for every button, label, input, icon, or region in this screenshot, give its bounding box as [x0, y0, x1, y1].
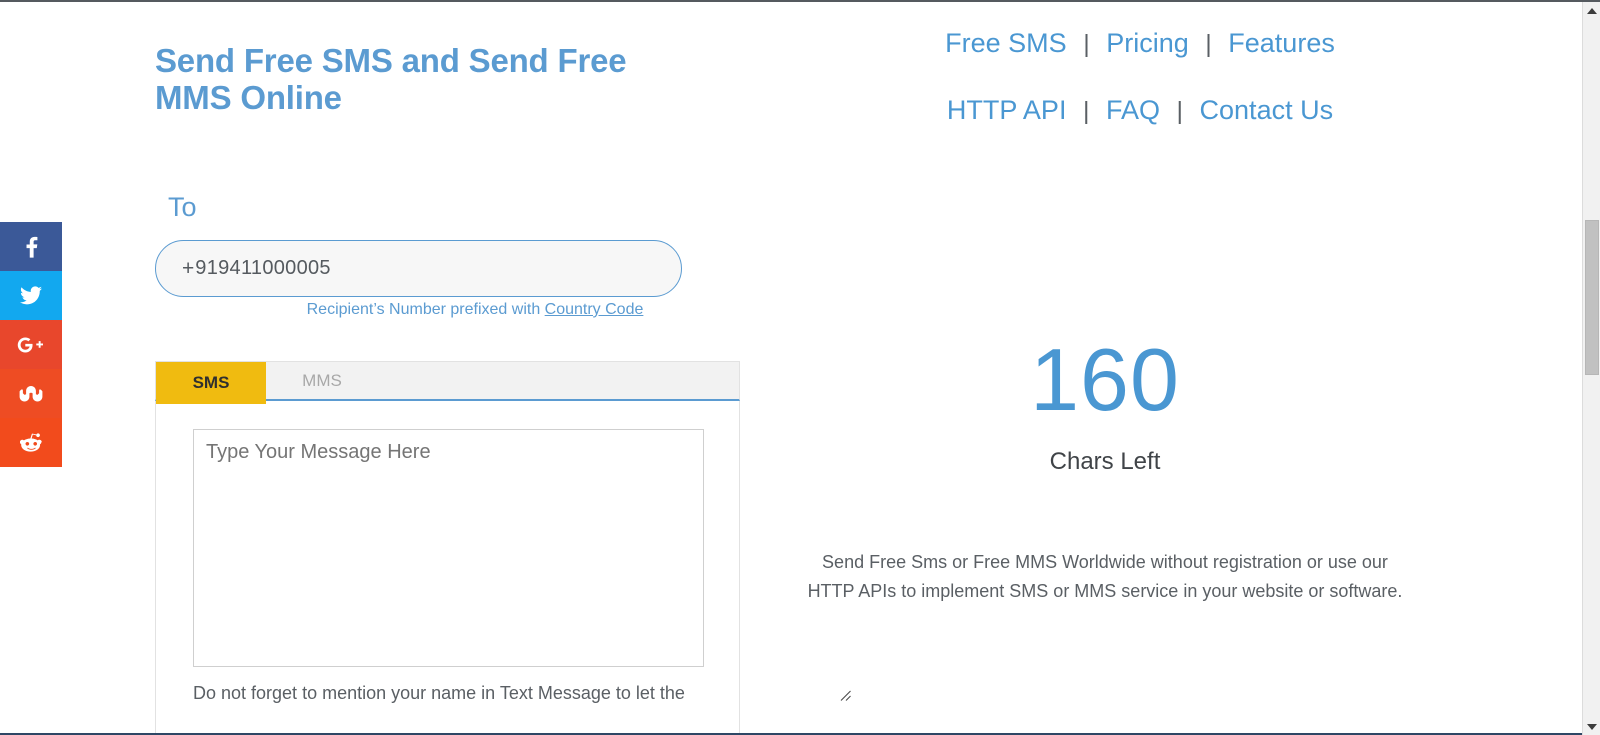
sms-form-column: Send Free SMS and Send Free MMS Online T…: [155, 42, 851, 735]
social-share-google-plus[interactable]: [0, 320, 62, 369]
nav-link-faq[interactable]: FAQ: [1106, 95, 1160, 125]
nav-row-secondary: HTTP API | FAQ | Contact Us: [880, 77, 1400, 144]
tab-panel-sms: Do not forget to mention your name in Te…: [155, 401, 740, 735]
chars-left-label: Chars Left: [1049, 448, 1161, 475]
nav-link-http-api[interactable]: HTTP API: [947, 95, 1067, 125]
nav-separator: |: [1205, 30, 1212, 58]
social-share-twitter[interactable]: [0, 271, 62, 320]
intro-description: Send Free Sms or Free MMS Worldwide with…: [807, 552, 1403, 601]
nav-separator: |: [1083, 30, 1090, 58]
nav-link-free-sms[interactable]: Free SMS: [945, 28, 1067, 58]
nav-separator: |: [1082, 97, 1090, 125]
page-content: Free SMS | Pricing | Features HTTP API |…: [0, 2, 1582, 735]
tab-sms[interactable]: SMS: [156, 362, 266, 404]
message-note: Do not forget to mention your name in Te…: [193, 683, 685, 703]
nav-link-pricing[interactable]: Pricing: [1106, 28, 1189, 58]
tab-mms[interactable]: MMS: [266, 362, 378, 399]
chars-left-count: 160: [1030, 330, 1180, 429]
to-field-label: To: [168, 192, 197, 222]
social-share-stumbleupon[interactable]: [0, 369, 62, 418]
recipient-number-value: 919411000005: [195, 257, 331, 279]
scrollbar-thumb[interactable]: [1585, 220, 1599, 375]
facebook-icon: [23, 236, 39, 258]
nav-link-features[interactable]: Features: [1228, 28, 1335, 58]
nav-link-contact-us[interactable]: Contact Us: [1200, 95, 1334, 125]
social-share-reddit[interactable]: [0, 418, 62, 467]
recipient-help-text: Recipient’s Number prefixed with: [306, 301, 545, 318]
tab-bar: SMS MMS: [155, 361, 740, 404]
plus-prefix-icon: +: [182, 256, 195, 280]
character-counter-column: 160 Chars Left Send Free Sms or Free MMS…: [790, 332, 1420, 606]
page-title: Send Free SMS and Send Free MMS Online: [155, 42, 627, 116]
textarea-resize-handle[interactable]: [838, 688, 852, 702]
scroll-up-button[interactable]: [1583, 2, 1600, 19]
stumbleupon-icon: [19, 385, 43, 402]
message-textarea[interactable]: [193, 429, 704, 667]
message-tabs: SMS MMS Do not forget to mention your na…: [155, 361, 851, 735]
country-code-link[interactable]: Country Code: [545, 301, 644, 318]
chevron-down-icon: [1586, 723, 1597, 730]
social-share-facebook[interactable]: [0, 222, 62, 271]
header-navigation: Free SMS | Pricing | Features HTTP API |…: [880, 2, 1400, 144]
recipient-number-input[interactable]: + 919411000005: [155, 240, 682, 297]
nav-row-primary: Free SMS | Pricing | Features: [880, 10, 1400, 77]
google-plus-icon: [16, 335, 46, 355]
nav-separator: |: [1176, 97, 1184, 125]
recipient-number-help: Recipient’s Number prefixed with Country…: [155, 301, 795, 319]
scroll-down-button[interactable]: [1583, 718, 1600, 735]
social-share-rail: [0, 222, 62, 467]
chevron-up-icon: [1586, 7, 1597, 14]
browser-viewport: Free SMS | Pricing | Features HTTP API |…: [0, 0, 1600, 735]
twitter-icon: [20, 286, 42, 305]
vertical-scrollbar[interactable]: [1582, 2, 1600, 735]
reddit-icon: [20, 432, 42, 453]
